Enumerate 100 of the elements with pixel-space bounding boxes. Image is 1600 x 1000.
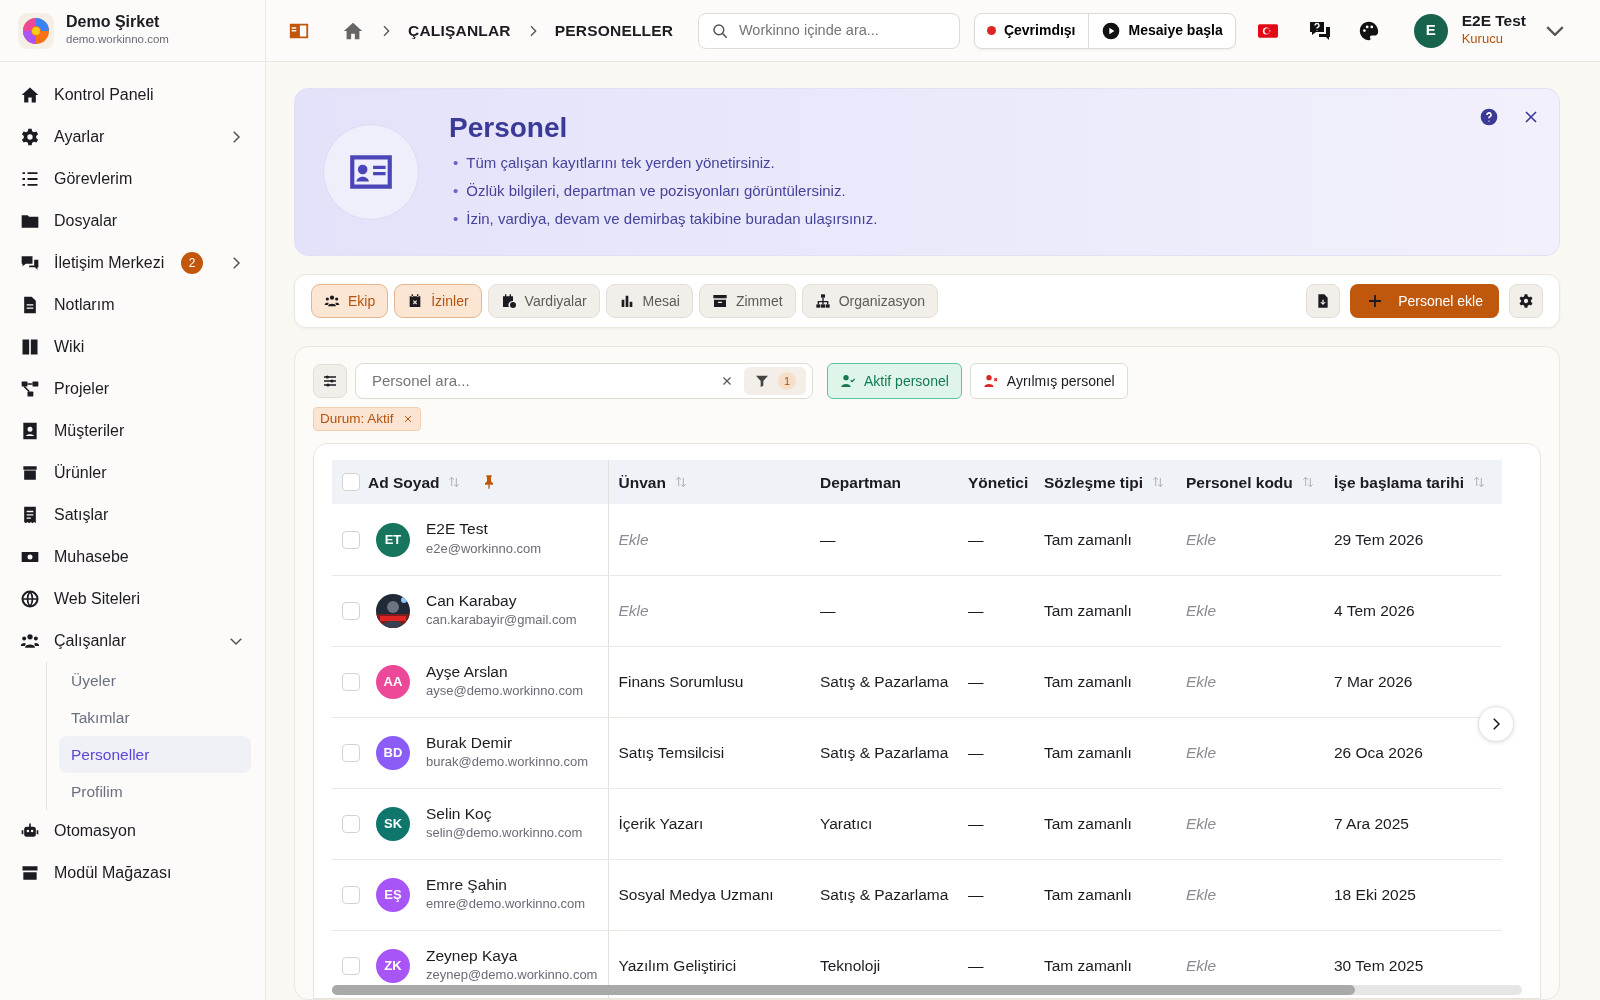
person-name[interactable]: Zeynep Kaya — [426, 946, 598, 966]
date-cell: 18 Eki 2025 — [1324, 859, 1502, 931]
tab[interactable]: Ekip — [311, 284, 389, 318]
person-name[interactable]: Selin Koç — [426, 804, 583, 824]
person-name[interactable]: E2E Test — [426, 520, 542, 540]
person-email: can.karabayir@gmail.com — [426, 611, 577, 630]
sidebar-subitem[interactable]: Takımlar — [59, 699, 251, 736]
sidebar-subitem[interactable]: Üyeler — [59, 662, 251, 699]
filter-count: 1 — [778, 372, 796, 390]
initials-avatar: EŞ — [376, 877, 410, 912]
person-email: e2e@workinno.com — [426, 540, 542, 559]
person-email: ayse@demo.workinno.com — [426, 682, 583, 701]
sidebar-item[interactable]: Görevlerim — [14, 158, 251, 200]
column-header[interactable]: Ad Soyad — [368, 470, 440, 494]
sidebar-item[interactable]: Notlarım — [14, 284, 251, 326]
contract-cell: Tam zamanlı — [1034, 575, 1176, 647]
code-cell: Ekle — [1176, 504, 1324, 576]
filter-button[interactable]: 1 — [744, 367, 806, 395]
contract-cell: Tam zamanlı — [1034, 717, 1176, 789]
initials-avatar: SK — [376, 806, 410, 841]
user-avatar[interactable]: E — [1413, 13, 1448, 48]
department-cell: — — [810, 504, 958, 576]
sidebar-item[interactable]: Kontrol Paneli — [14, 74, 251, 116]
manager-cell: — — [958, 646, 1034, 718]
sidebar-item[interactable]: Muhasebe — [14, 536, 251, 578]
breadcrumb-item[interactable]: PERSONELLER — [554, 18, 674, 43]
manager-cell: — — [958, 788, 1034, 860]
department-cell: Yaratıcı — [810, 788, 958, 860]
title-cell: İçerik Yazarı — [608, 788, 810, 860]
sidebar-item[interactable]: Dosyalar — [14, 200, 251, 242]
column-header[interactable]: Ünvan — [618, 470, 666, 494]
department-cell: Satış & Pazarlama — [810, 717, 958, 789]
manager-cell: — — [958, 504, 1034, 576]
user-role: Kurucu — [1461, 30, 1504, 49]
sidebar-item[interactable]: Wiki — [14, 326, 251, 368]
sidebar-item[interactable]: Otomasyon — [14, 810, 251, 852]
personnel-search-input[interactable]: Personel ara... — [370, 368, 710, 394]
department-cell: Satış & Pazarlama — [810, 859, 958, 931]
sidebar-item[interactable]: Modül Mağazası — [14, 852, 251, 894]
sidebar-item[interactable]: Ayarlar — [14, 116, 251, 158]
filter-chip[interactable]: Durum: Aktif — [313, 407, 421, 432]
person-email: selin@demo.workinno.com — [426, 824, 583, 843]
initials-avatar: ZK — [376, 948, 410, 983]
tab[interactable]: Mesai — [605, 284, 693, 318]
status-filter-button[interactable]: Ayrılmış personel — [969, 363, 1128, 399]
title-cell: Satış Temsilcisi — [608, 717, 810, 789]
code-cell: Ekle — [1176, 717, 1324, 789]
personnel-search-field[interactable]: Personel ara... 1 — [355, 363, 813, 399]
person-email: zeynep@demo.workinno.com — [426, 966, 598, 985]
date-cell: 4 Tem 2026 — [1324, 575, 1502, 647]
breadcrumb-item[interactable]: ÇALIŞANLAR — [408, 18, 511, 43]
person-email: burak@demo.workinno.com — [426, 753, 589, 772]
person-name[interactable]: Ayşe Arslan — [426, 662, 583, 682]
person-name[interactable]: Can Karabay — [426, 591, 577, 611]
tab[interactable]: Zimmet — [698, 284, 796, 318]
company-domain: demo.workinno.com — [66, 31, 169, 47]
manager-cell: — — [958, 717, 1034, 789]
presence-button[interactable]: Çevrimdışı — [974, 13, 1088, 48]
code-cell: Ekle — [1176, 646, 1324, 718]
tab[interactable]: Organizasyon — [801, 284, 938, 318]
person-name[interactable]: Burak Demir — [426, 733, 589, 753]
status-filter-button[interactable]: Aktif personel — [827, 363, 962, 399]
manager-cell: — — [958, 859, 1034, 931]
person-email: emre@demo.workinno.com — [426, 895, 586, 914]
initials-avatar: AA — [376, 664, 410, 699]
tab[interactable]: Vardiyalar — [487, 284, 600, 318]
bullet-mark: • — [453, 208, 459, 229]
tab[interactable]: İzinler — [394, 284, 482, 318]
contract-cell: Tam zamanlı — [1034, 859, 1176, 931]
title-cell: Sosyal Medya Uzmanı — [608, 859, 810, 931]
sidebar-subitem[interactable]: Personeller — [59, 736, 251, 773]
sidebar-item[interactable]: Müşteriler — [14, 410, 251, 452]
start-shift-button[interactable]: Mesaiye başla — [1087, 13, 1235, 48]
contract-cell: Tam zamanlı — [1034, 788, 1176, 860]
department-cell: — — [810, 575, 958, 647]
sidebar-item[interactable]: Satışlar — [14, 494, 251, 536]
code-cell: Ekle — [1176, 788, 1324, 860]
person-name[interactable]: Emre Şahin — [426, 875, 586, 895]
code-cell: Ekle — [1176, 859, 1324, 931]
search-input[interactable]: Workinno içinde ara... — [736, 18, 947, 43]
banner-bullet: Özlük bilgileri, departman ve pozisyonları görüntülersiniz. — [466, 180, 846, 201]
sidebar-item[interactable]: Web Siteleri — [14, 578, 251, 620]
contract-cell: Tam zamanlı — [1034, 504, 1176, 576]
title-cell: Ekle — [608, 575, 810, 647]
contract-cell: Tam zamanlı — [1034, 646, 1176, 718]
initials-avatar: BD — [376, 735, 410, 770]
sidebar-item[interactable]: Çalışanlar — [14, 620, 251, 662]
add-personnel-button[interactable]: Personel ekle — [1350, 284, 1499, 318]
date-cell: 7 Ara 2025 — [1324, 788, 1502, 860]
count-badge: 2 — [181, 252, 203, 274]
sidebar-item[interactable]: İletişim Merkezi 2 — [14, 242, 251, 284]
title-cell: Ekle — [608, 504, 810, 576]
sidebar-subitem[interactable]: Profilim — [59, 773, 251, 810]
date-cell: 29 Tem 2026 — [1324, 504, 1502, 576]
user-name: E2E Test — [1461, 12, 1526, 30]
bullet-mark: • — [453, 180, 459, 201]
search-field[interactable]: Workinno içinde ara... — [697, 12, 960, 49]
sidebar-item[interactable]: Projeler — [14, 368, 251, 410]
department-cell: Satış & Pazarlama — [810, 646, 958, 718]
sidebar-item[interactable]: Ürünler — [14, 452, 251, 494]
